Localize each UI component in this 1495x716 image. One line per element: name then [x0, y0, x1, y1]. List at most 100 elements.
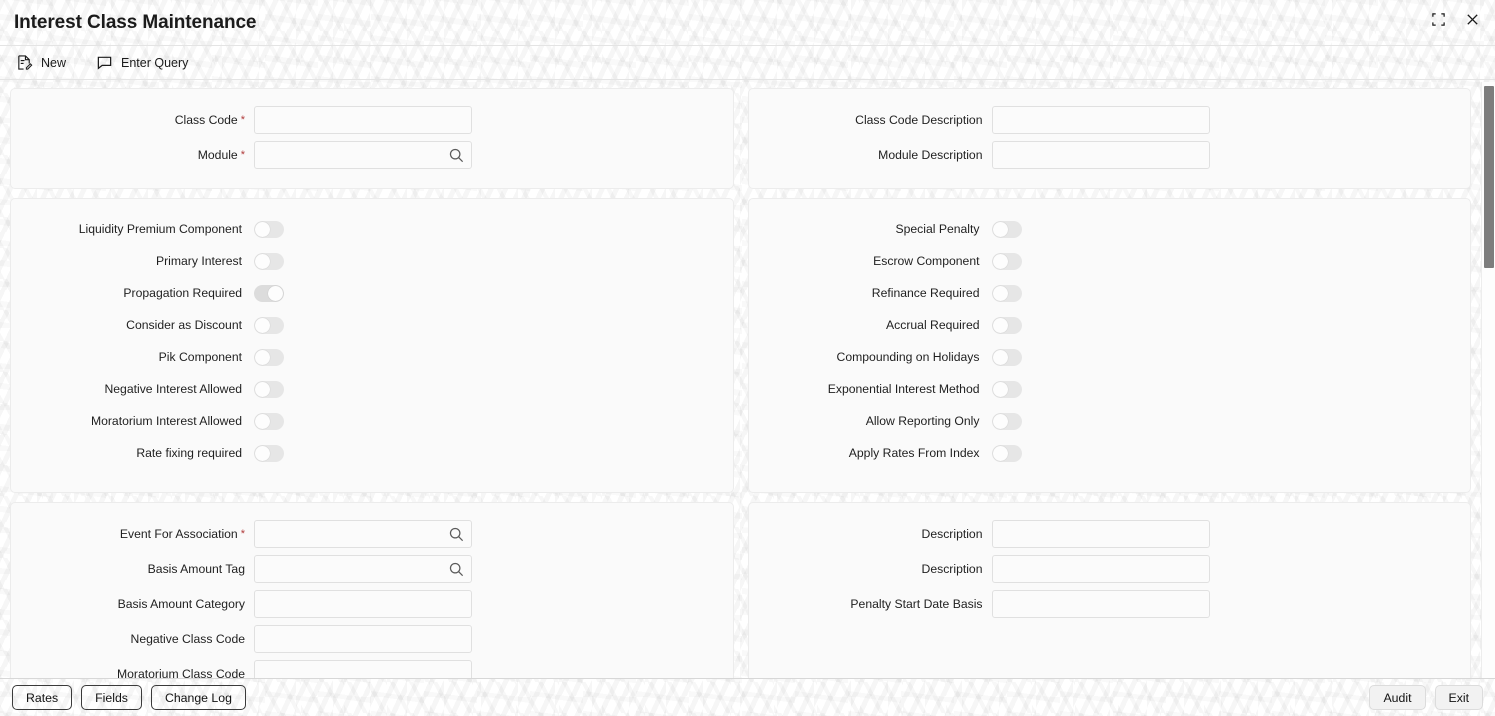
- toggle-row-accrual-required: Accrual Required: [749, 309, 1471, 341]
- event-description-input-wrap: [991, 520, 1210, 548]
- toggle-knob: [992, 221, 1008, 237]
- preferences-section: Liquidity Premium Component Primary Inte…: [10, 198, 1471, 493]
- toggle-row-pik-component: Pik Component: [11, 341, 733, 373]
- association-section: Event For Association* Basis Amount Tag: [10, 502, 1471, 678]
- module-description-input-wrap: [991, 141, 1210, 169]
- rate-fixing-required-label: Rate fixing required: [136, 446, 242, 460]
- toggle-knob: [992, 381, 1008, 397]
- rate-fixing-required-toggle[interactable]: [254, 444, 284, 462]
- basis-description-input[interactable]: [992, 556, 1209, 582]
- pik-component-toggle[interactable]: [254, 348, 284, 366]
- special-penalty-label: Special Penalty: [895, 222, 980, 236]
- toggle-row-consider-as-discount: Consider as Discount: [11, 309, 733, 341]
- toggle-row-allow-reporting-only: Allow Reporting Only: [749, 405, 1471, 437]
- penalty-start-date-basis-label: Penalty Start Date Basis: [850, 597, 983, 611]
- consider-as-discount-toggle[interactable]: [254, 316, 284, 334]
- new-document-icon: [16, 54, 33, 71]
- moratorium-interest-allowed-toggle[interactable]: [254, 412, 284, 430]
- primary-interest-toggle[interactable]: [254, 252, 284, 270]
- event-description-input[interactable]: [992, 521, 1209, 547]
- toggle-row-propagation-required: Propagation Required: [11, 277, 733, 309]
- liquidity-premium-component-toggle[interactable]: [254, 220, 284, 238]
- exponential-interest-method-toggle[interactable]: [991, 380, 1022, 398]
- basis-amount-tag-label: Basis Amount Tag: [147, 562, 245, 576]
- negative-class-code-input[interactable]: [255, 626, 471, 652]
- restore-icon[interactable]: [1429, 10, 1447, 28]
- special-penalty-toggle[interactable]: [991, 220, 1022, 238]
- association-right-panel: Description Description Penalty Start Da…: [747, 502, 1471, 678]
- field-row-penalty-start-date-basis: Penalty Start Date Basis: [749, 587, 1471, 621]
- allow-reporting-only-toggle[interactable]: [991, 412, 1022, 430]
- moratorium-class-code-input[interactable]: [255, 661, 471, 678]
- field-row-class-code-description: Class Code Description: [749, 103, 1471, 137]
- apply-rates-from-index-toggle[interactable]: [991, 444, 1022, 462]
- pik-component-label: Pik Component: [158, 350, 242, 364]
- primary-interest-label: Primary Interest: [155, 254, 242, 268]
- event-for-association-input[interactable]: [255, 521, 471, 547]
- class-code-input[interactable]: [255, 107, 471, 133]
- propagation-required-toggle[interactable]: [254, 284, 284, 302]
- close-icon[interactable]: [1463, 10, 1481, 28]
- toggle-row-primary-interest: Primary Interest: [11, 245, 733, 277]
- field-row-module: Module *: [11, 138, 733, 172]
- toggle-knob: [992, 285, 1008, 301]
- required-asterisk: *: [240, 114, 245, 126]
- event-for-association-label: Event For Association *: [119, 527, 245, 541]
- scrollbar-thumb[interactable]: [1484, 86, 1494, 268]
- page-title: Interest Class Maintenance: [14, 11, 257, 33]
- change-log-button[interactable]: Change Log: [150, 685, 246, 710]
- negative-interest-allowed-label: Negative Interest Allowed: [104, 382, 242, 396]
- module-description-label: Module Description: [878, 148, 983, 162]
- search-icon[interactable]: [448, 561, 465, 578]
- vertical-scrollbar[interactable]: [1481, 82, 1495, 678]
- enter-query-button[interactable]: Enter Query: [96, 54, 188, 71]
- basis-description-input-wrap: [991, 555, 1210, 583]
- class-code-description-label: Class Code Description: [855, 113, 983, 127]
- footer-left-buttons: Rates Fields Change Log: [12, 685, 246, 710]
- compounding-on-holidays-toggle[interactable]: [991, 348, 1022, 366]
- toggle-row-rate-fixing-required: Rate fixing required: [11, 437, 733, 469]
- interest-class-maintenance-window: Interest Class Maintenance New Enter Que…: [0, 0, 1495, 716]
- field-row-class-code: Class Code *: [11, 103, 733, 137]
- search-icon[interactable]: [448, 526, 465, 543]
- new-button[interactable]: New: [16, 54, 66, 71]
- moratorium-interest-allowed-label: Moratorium Interest Allowed: [90, 414, 242, 428]
- basis-amount-tag-input-wrap: [254, 555, 472, 583]
- exit-button[interactable]: Exit: [1434, 685, 1483, 710]
- moratorium-class-code-label: Moratorium Class Code: [116, 667, 245, 678]
- window-titlebar: Interest Class Maintenance: [0, 0, 1495, 46]
- basis-amount-tag-input[interactable]: [255, 556, 471, 582]
- negative-interest-allowed-toggle[interactable]: [254, 380, 284, 398]
- window-controls: [1429, 10, 1481, 28]
- rates-button[interactable]: Rates: [12, 685, 73, 710]
- basis-amount-category-input[interactable]: [255, 591, 471, 617]
- footer-right-buttons: Audit Exit: [1369, 685, 1483, 710]
- toggle-knob: [992, 445, 1008, 461]
- penalty-start-date-basis-input[interactable]: [992, 591, 1209, 617]
- module-description-input[interactable]: [992, 142, 1209, 168]
- event-for-association-input-wrap: [254, 520, 472, 548]
- basis-amount-category-input-wrap: [254, 590, 472, 618]
- audit-button[interactable]: Audit: [1369, 685, 1426, 710]
- class-code-label: Class Code *: [174, 113, 245, 127]
- fields-button[interactable]: Fields: [81, 685, 142, 710]
- toggle-row-liquidity-premium-component: Liquidity Premium Component: [11, 213, 733, 245]
- compounding-on-holidays-label: Compounding on Holidays: [836, 350, 980, 364]
- identification-section: Class Code * Module * Class Code Descrip…: [10, 88, 1471, 189]
- refinance-required-label: Refinance Required: [871, 286, 980, 300]
- class-code-input-wrap: [254, 106, 472, 134]
- required-asterisk: *: [240, 149, 245, 161]
- field-row-basis-amount-tag: Basis Amount Tag: [11, 552, 733, 586]
- field-row-moratorium-class-code: Moratorium Class Code: [11, 657, 733, 678]
- moratorium-class-code-input-wrap: [254, 660, 472, 678]
- refinance-required-toggle[interactable]: [991, 284, 1022, 302]
- toggle-row-special-penalty: Special Penalty: [749, 213, 1471, 245]
- search-icon[interactable]: [448, 147, 465, 164]
- consider-as-discount-label: Consider as Discount: [126, 318, 242, 332]
- module-input[interactable]: [255, 142, 471, 168]
- accrual-required-toggle[interactable]: [991, 316, 1022, 334]
- escrow-component-label: Escrow Component: [873, 254, 980, 268]
- toggle-row-refinance-required: Refinance Required: [749, 277, 1471, 309]
- escrow-component-toggle[interactable]: [991, 252, 1022, 270]
- class-code-description-input[interactable]: [992, 107, 1209, 133]
